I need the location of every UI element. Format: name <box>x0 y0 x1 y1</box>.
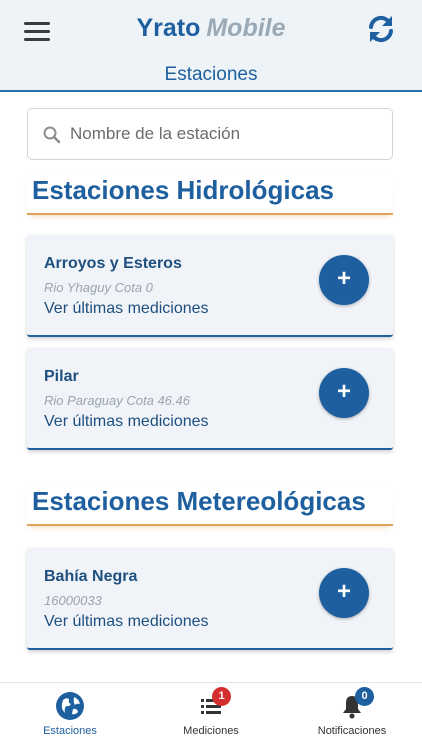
nav-label: Mediciones <box>183 725 239 737</box>
add-station-button[interactable]: + <box>319 255 369 305</box>
nav-item-notificaciones[interactable]: 0 Notificaciones <box>282 683 422 750</box>
station-name: Arroyos y Esteros <box>44 255 182 272</box>
refresh-icon-svg <box>369 15 393 43</box>
app-title: Yrato Mobile <box>0 14 422 43</box>
search-input[interactable] <box>70 109 386 159</box>
globe-icon <box>56 692 84 720</box>
add-station-button[interactable]: + <box>319 568 369 618</box>
section-title-metereologicas: Estaciones Metereológicas <box>27 486 393 526</box>
page-title: Estaciones <box>164 64 258 85</box>
station-card: Pilar Rio Paraguay Cota 46.46 Ver última… <box>27 348 393 450</box>
station-name: Pilar <box>44 368 79 385</box>
search-icon <box>43 126 61 144</box>
station-description: Rio Paraguay Cota 46.46 <box>44 393 190 408</box>
nav-item-estaciones[interactable]: Estaciones <box>0 683 140 750</box>
station-description: Rio Yhaguy Cota 0 <box>44 280 153 295</box>
station-name: Bahía Negra <box>44 568 138 585</box>
brand-sub: Mobile <box>206 14 286 42</box>
nav-label: Estaciones <box>43 725 97 737</box>
add-station-button[interactable]: + <box>319 368 369 418</box>
station-card: Bahía Negra 16000033 Ver últimas medicio… <box>27 548 393 650</box>
bottom-nav: Estaciones 1 Mediciones 0 Notificaciones <box>0 682 422 750</box>
view-measurements-link[interactable]: Ver últimas mediciones <box>44 413 209 431</box>
view-measurements-link[interactable]: Ver últimas mediciones <box>44 300 209 318</box>
brand-main: Yrato <box>136 14 201 42</box>
notification-badge: 0 <box>355 687 374 706</box>
section-title-hidrologicas: Estaciones Hidrológicas <box>27 175 393 215</box>
station-description: 16000033 <box>44 593 102 608</box>
station-card: Arroyos y Esteros Rio Yhaguy Cota 0 Ver … <box>27 235 393 337</box>
nav-label: Notificaciones <box>317 725 387 737</box>
nav-item-mediciones[interactable]: 1 Mediciones <box>141 683 281 750</box>
view-measurements-link[interactable]: Ver últimas mediciones <box>44 613 209 631</box>
notification-badge: 1 <box>212 687 231 706</box>
search-box <box>27 108 393 160</box>
app-header: Yrato Mobile Estaciones <box>0 0 422 92</box>
refresh-icon[interactable] <box>366 14 396 44</box>
